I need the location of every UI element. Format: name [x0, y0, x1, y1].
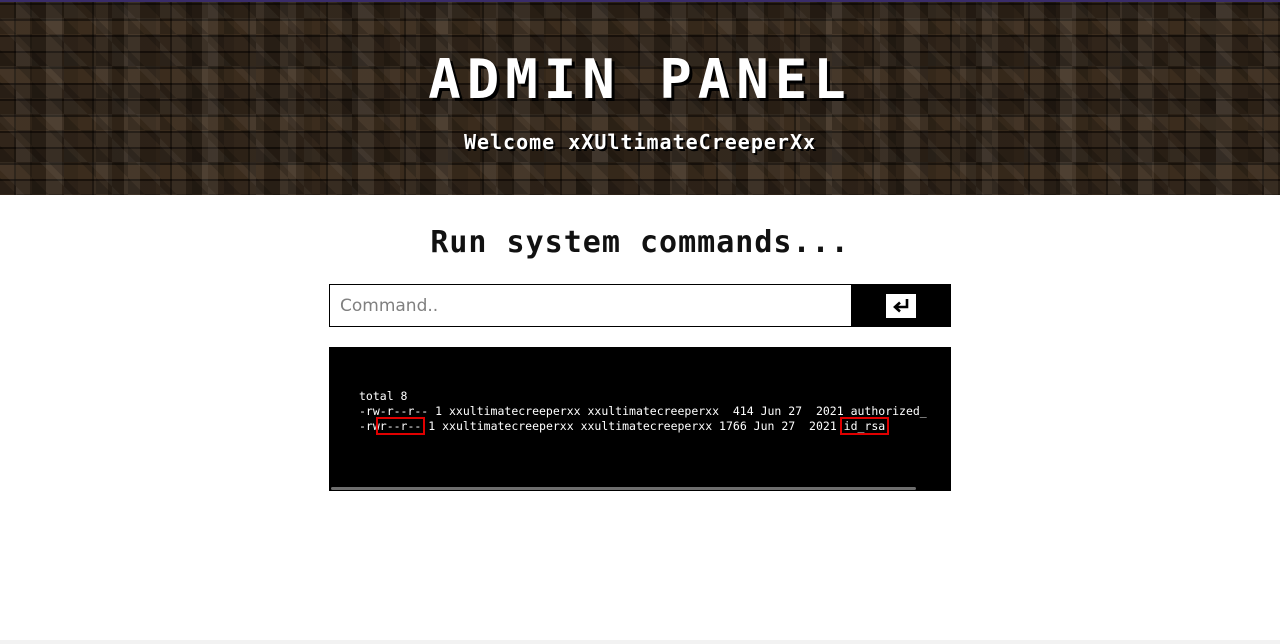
- output-segment: -rw: [359, 419, 380, 433]
- enter-icon: [886, 293, 916, 318]
- page-header: ADMIN PANEL Welcome xXUltimateCreeperXx: [0, 2, 1280, 195]
- output-line: -rwr--r-- 1 xxultimatecreeperxx xxultima…: [359, 417, 927, 435]
- highlighted-filename: id_rsa: [839, 417, 890, 435]
- output-line: -rw-r--r-- 1 xxultimatecreeperxx xxultim…: [359, 404, 927, 418]
- section-title: Run system commands...: [430, 225, 850, 260]
- welcome-message: Welcome xXUltimateCreeperXx: [463, 130, 817, 154]
- horizontal-scrollbar[interactable]: [329, 487, 951, 491]
- bottom-bar: [0, 640, 1280, 644]
- output-text: total 8 -rw-r--r-- 1 xxultimatecreeperxx …: [359, 389, 927, 435]
- command-input[interactable]: [329, 284, 851, 327]
- submit-button[interactable]: [851, 284, 951, 327]
- command-output: total 8 -rw-r--r-- 1 xxultimatecreeperxx …: [329, 347, 951, 491]
- page-title: ADMIN PANEL: [428, 48, 852, 111]
- output-segment: 1 xxultimatecreeperxx xxultimatecreeperx…: [421, 419, 844, 433]
- highlighted-permissions: r--r--: [375, 417, 426, 435]
- output-line: total 8: [359, 389, 408, 403]
- scrollbar-thumb[interactable]: [331, 487, 916, 490]
- command-form: [329, 284, 951, 327]
